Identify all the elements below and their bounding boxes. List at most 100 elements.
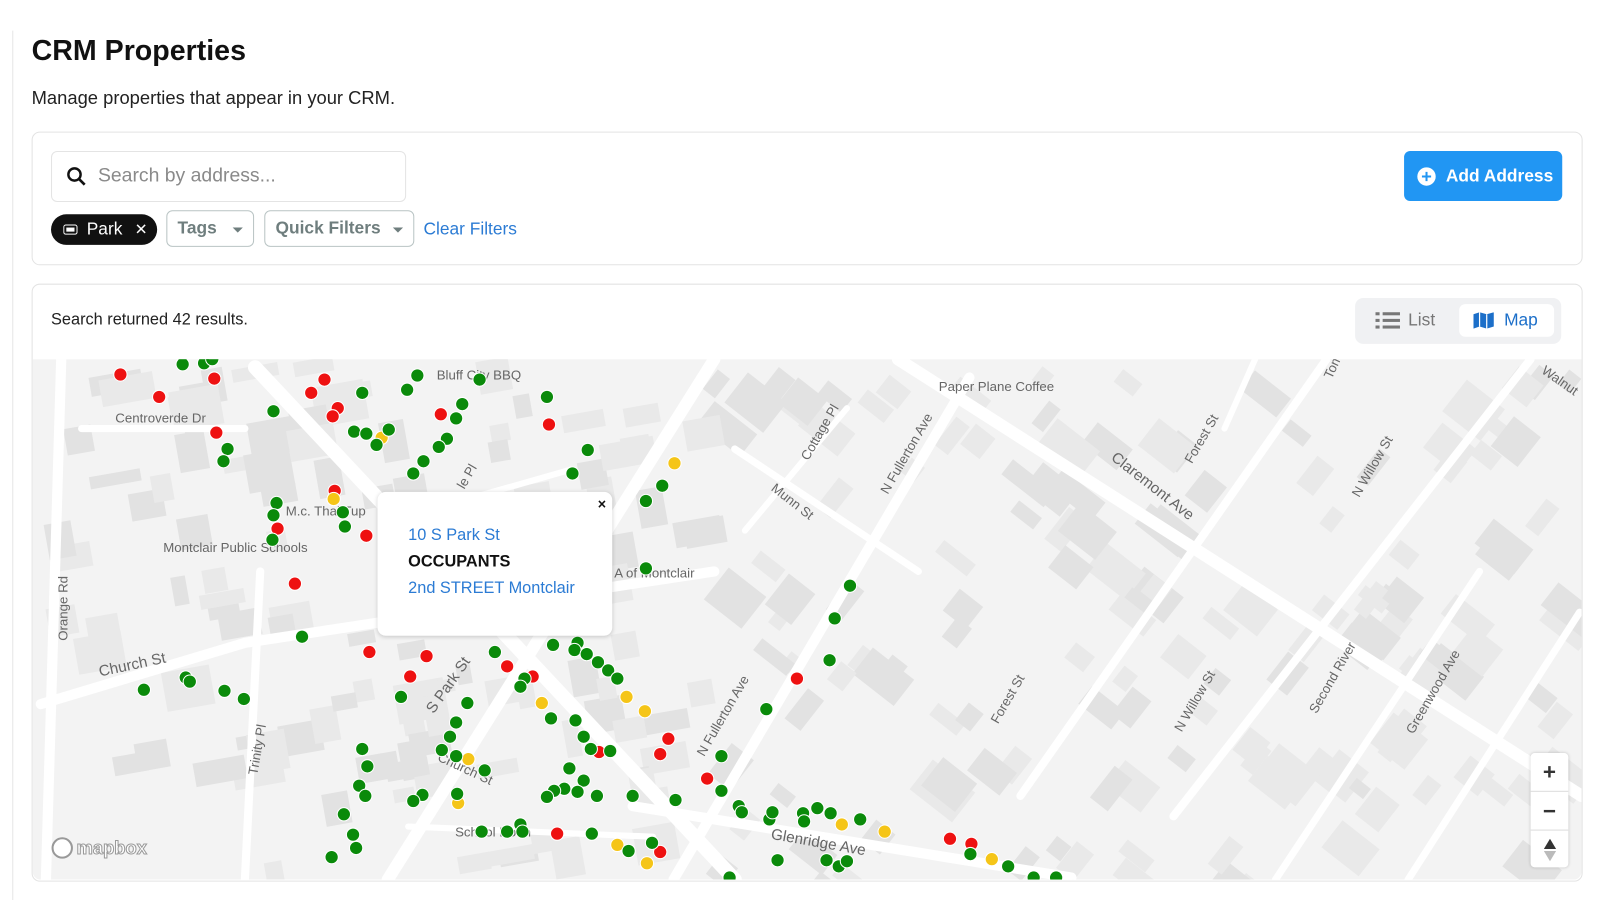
search-input[interactable] <box>95 164 386 189</box>
property-marker-green[interactable] <box>474 824 489 839</box>
property-marker-green[interactable] <box>796 814 812 829</box>
property-marker-green[interactable] <box>565 466 580 481</box>
property-marker-green[interactable] <box>294 629 310 644</box>
property-marker-green[interactable] <box>853 812 868 827</box>
property-marker-red[interactable] <box>304 385 319 400</box>
property-marker-green[interactable] <box>819 853 834 868</box>
property-marker-green[interactable] <box>734 805 749 820</box>
property-marker-green[interactable] <box>579 646 594 662</box>
property-marker-green[interactable] <box>455 396 470 412</box>
property-marker-green[interactable] <box>355 741 370 757</box>
property-marker-yellow[interactable] <box>667 456 682 471</box>
zoom-in-button[interactable]: + <box>1530 753 1569 792</box>
property-marker-yellow[interactable] <box>639 856 655 871</box>
property-marker-green[interactable] <box>562 761 577 776</box>
property-marker-green[interactable] <box>399 382 415 397</box>
search-box[interactable] <box>51 151 407 203</box>
property-marker-green[interactable] <box>460 695 475 711</box>
property-marker-green[interactable] <box>266 404 281 419</box>
filter-chip-park[interactable]: Park ✕ <box>51 214 158 245</box>
property-marker-green[interactable] <box>584 826 599 841</box>
property-marker-green[interactable] <box>513 679 528 694</box>
property-marker-green[interactable] <box>265 532 280 547</box>
property-marker-green[interactable] <box>568 713 583 728</box>
property-marker-green[interactable] <box>539 789 555 805</box>
list-view-button[interactable]: List <box>1375 304 1435 337</box>
property-marker-green[interactable] <box>266 508 281 523</box>
property-marker-green[interactable] <box>603 743 618 759</box>
property-marker-green[interactable] <box>638 561 654 576</box>
property-marker-green[interactable] <box>217 683 232 698</box>
property-marker-green[interactable] <box>810 801 825 816</box>
property-marker-red[interactable] <box>433 407 448 422</box>
property-marker-green[interactable] <box>822 653 837 668</box>
property-marker-green[interactable] <box>567 642 582 658</box>
close-icon[interactable]: × <box>598 496 606 512</box>
property-marker-green[interactable] <box>638 493 654 509</box>
property-marker-red[interactable] <box>541 417 557 432</box>
property-marker-green[interactable] <box>499 824 515 839</box>
property-marker-green[interactable] <box>136 682 152 697</box>
property-marker-green[interactable] <box>472 372 487 387</box>
property-marker-green[interactable] <box>336 807 352 822</box>
property-marker-yellow[interactable] <box>984 852 999 867</box>
property-marker-green[interactable] <box>359 426 374 441</box>
property-marker-green[interactable] <box>759 702 774 717</box>
property-marker-green[interactable] <box>515 824 530 839</box>
property-marker-yellow[interactable] <box>461 752 476 767</box>
property-marker-green[interactable] <box>324 849 339 865</box>
property-marker-red[interactable] <box>113 367 128 382</box>
property-marker-red[interactable] <box>207 371 222 386</box>
property-marker-green[interactable] <box>668 792 683 808</box>
property-marker-green[interactable] <box>434 742 449 758</box>
property-marker-green[interactable] <box>416 454 431 469</box>
property-marker-green[interactable] <box>269 495 284 511</box>
popup-address-link[interactable]: 10 S Park St <box>408 527 500 545</box>
property-marker-green[interactable] <box>543 711 559 726</box>
property-marker-green[interactable] <box>1001 859 1016 874</box>
property-marker-green[interactable] <box>765 805 780 820</box>
map[interactable]: Bluff City BBQ Paper Plane Coffee Centro… <box>32 359 1582 880</box>
property-marker-green[interactable] <box>583 741 598 757</box>
property-marker-green[interactable] <box>448 411 464 426</box>
property-marker-green[interactable] <box>337 519 353 534</box>
clear-filters-link[interactable]: Clear Filters <box>423 219 516 239</box>
property-marker-red[interactable] <box>499 659 515 674</box>
property-marker-green[interactable] <box>576 729 591 744</box>
property-marker-green[interactable] <box>839 854 855 869</box>
property-marker-green[interactable] <box>175 359 190 372</box>
tags-dropdown[interactable]: Tags <box>166 210 255 247</box>
property-marker-yellow[interactable] <box>637 704 653 719</box>
property-marker-green[interactable] <box>827 611 842 626</box>
property-marker-green[interactable] <box>655 478 670 493</box>
property-marker-red[interactable] <box>419 648 434 664</box>
property-marker-green[interactable] <box>360 759 375 774</box>
property-marker-green[interactable] <box>545 637 561 653</box>
property-marker-green[interactable] <box>220 441 235 457</box>
property-marker-green[interactable] <box>381 422 396 437</box>
map-view-button[interactable]: Map <box>1459 304 1555 337</box>
popup-occupant-link[interactable]: 2nd STREET Montclair <box>408 580 575 598</box>
quick-filters-dropdown[interactable]: Quick Filters <box>264 210 415 247</box>
property-marker-green[interactable] <box>477 763 492 778</box>
property-marker-green[interactable] <box>487 644 503 660</box>
property-marker-green[interactable] <box>589 788 605 804</box>
property-marker-red[interactable] <box>152 389 167 405</box>
property-marker-red[interactable] <box>209 425 224 440</box>
property-marker-green[interactable] <box>369 437 384 453</box>
property-marker-green[interactable] <box>355 385 370 400</box>
property-marker-green[interactable] <box>358 788 373 804</box>
property-marker-red[interactable] <box>653 746 668 762</box>
property-marker-green[interactable] <box>236 691 252 707</box>
property-marker-red[interactable] <box>403 669 418 684</box>
property-marker-green[interactable] <box>644 835 660 850</box>
property-marker-red[interactable] <box>317 372 332 387</box>
property-marker-green[interactable] <box>842 578 858 593</box>
property-marker-green[interactable] <box>570 784 585 799</box>
property-marker-green[interactable] <box>448 715 464 730</box>
property-marker-green[interactable] <box>610 671 625 686</box>
zoom-out-button[interactable]: − <box>1530 792 1569 831</box>
property-marker-green[interactable] <box>182 674 197 689</box>
property-marker-green[interactable] <box>714 783 729 798</box>
property-marker-red[interactable] <box>325 409 340 424</box>
